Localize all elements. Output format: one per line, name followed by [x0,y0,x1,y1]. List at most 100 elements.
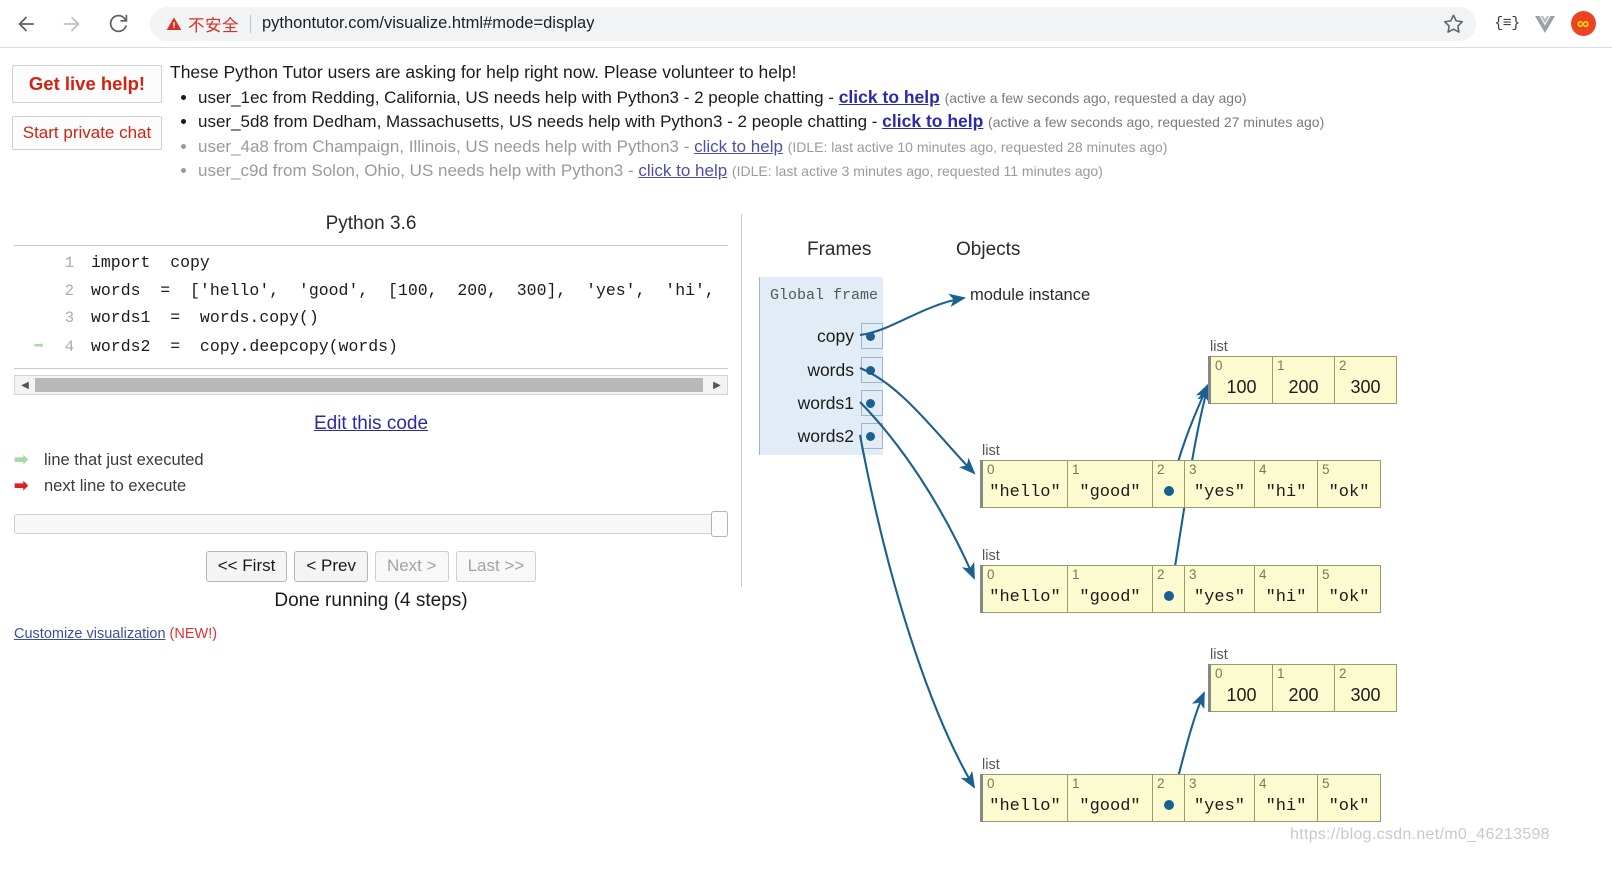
slider-thumb[interactable] [711,511,728,537]
cell-value: "yes" [1193,483,1245,502]
cell-index: 4 [1259,462,1267,477]
list-cell: 0 "hello" [983,774,1068,822]
list-cell: 1 "good" [1068,774,1153,822]
back-button[interactable] [6,4,46,44]
execution-slider[interactable] [14,511,728,537]
vue-devtools-icon[interactable] [1528,7,1562,41]
cell-index: 3 [1189,776,1197,791]
list-item: user_5d8 from Dedham, Massachusetts, US … [198,111,1610,134]
cell-index: 2 [1339,358,1347,373]
code-line: 3 words1 = words.copy() [14,308,728,336]
new-badge: (NEW!) [169,626,218,642]
list-cell: 3 "yes" [1185,565,1255,613]
cell-value: "hello" [989,588,1061,607]
slider-track[interactable] [14,514,728,534]
list-cell-pointer: 2 [1153,774,1185,822]
click-to-help-link[interactable]: click to help [694,137,783,156]
next-step-button[interactable]: Next > [374,551,449,582]
cell-value: "good" [1079,797,1141,816]
list-cell: 4 "hi" [1255,460,1318,508]
scrollbar-track[interactable] [35,378,707,392]
object-words2-list: list 0 "hello" 1 "good" 2 3 "yes" 4 "hi" [980,757,1381,822]
cell-index: 5 [1322,462,1330,477]
object-words-list: list 0 "hello" 1 "good" 2 3 "yes" 4 "hi" [980,443,1381,508]
cell-value: 300 [1350,377,1381,397]
pointer-dot-icon [866,366,875,375]
extension-icons: {≡} ∞ [1490,7,1600,41]
list-cell: 1 200 [1273,356,1335,404]
list-cells: 0 "hello" 1 "good" 2 3 "yes" 4 "hi" 5 "o… [980,774,1381,822]
infinity-extension-icon[interactable]: ∞ [1566,7,1600,41]
cell-value: "hi" [1265,797,1307,816]
json-formatter-icon[interactable]: {≡} [1490,7,1524,41]
list-cell: 4 "hi" [1255,774,1318,822]
click-to-help-link[interactable]: click to help [638,161,727,180]
code-line-current: ➡ 4 words2 = copy.deepcopy(words) [14,336,728,364]
prev-step-button[interactable]: < Prev [294,551,368,582]
warning-triangle-icon [166,16,182,32]
star-icon[interactable] [1440,11,1466,37]
help-user-text: user_c9d from Solon, Ohio, US needs help… [198,160,639,180]
line-number: 1 [64,254,74,272]
cell-value: "good" [1079,483,1141,502]
object-type-label: list [1210,647,1228,663]
list-cell: 3 "yes" [1185,460,1255,508]
last-step-button[interactable]: Last >> [455,551,537,582]
click-to-help-link[interactable]: click to help [839,87,940,107]
pointer-dot-icon [866,332,875,341]
start-private-chat-button[interactable]: Start private chat [12,116,162,150]
list-cell: 1 200 [1273,664,1335,712]
get-live-help-button[interactable]: Get live help! [12,65,162,103]
list-cells: 0 "hello" 1 "good" 2 3 "yes" 4 "hi" 5 "o… [980,460,1381,508]
triangle-left-icon[interactable]: ◀ [15,380,35,391]
cell-index: 4 [1259,776,1267,791]
line-text: words1 = words.copy() [91,308,319,327]
cell-index: 1 [1072,776,1080,791]
first-step-button[interactable]: << First [205,551,288,582]
forward-button[interactable] [52,4,92,44]
legend-row-executed: ➡ line that just executed [14,449,742,471]
triangle-right-icon[interactable]: ▶ [707,380,727,391]
help-title: These Python Tutor users are asking for … [170,62,797,82]
cell-value: "ok" [1328,797,1370,816]
scrollbar-thumb[interactable] [35,378,703,392]
address-bar[interactable]: 不安全 pythontutor.com/visualize.html#mode=… [150,6,1476,41]
cell-index: 5 [1322,776,1330,791]
list-item: user_c9d from Solon, Ohio, US needs help… [198,160,1610,183]
diagram-panel: Frames Objects Global frame copy words w… [742,205,1612,869]
cell-index: 0 [987,567,995,582]
code-line: 1 import copy [14,253,728,281]
objects-header: Objects [956,239,1021,260]
code-display[interactable]: 1 import copy 2 words = ['hello', 'good'… [14,245,728,369]
help-user-meta: (IDLE: last active 3 minutes ago, reques… [731,162,1103,179]
list-cell: 1 "good" [1068,460,1153,508]
list-cell: 4 "hi" [1255,565,1318,613]
reload-button[interactable] [98,4,138,44]
cell-index: 2 [1339,666,1347,681]
click-to-help-link[interactable]: click to help [882,111,983,131]
frame-variable-words: words [765,355,883,385]
infinity-glyph: ∞ [1570,11,1596,36]
help-user-text: user_5d8 from Dedham, Massachusetts, US … [198,112,883,132]
pointer-dot-icon [866,399,875,408]
executed-arrow-icon: ➡ [33,337,44,357]
arrow-right-icon [61,13,83,35]
variable-pointer-cell [861,390,883,416]
list-item: user_4a8 from Champaign, Illinois, US ne… [198,136,1610,159]
cell-index: 1 [1277,666,1285,681]
cell-index: 0 [987,776,995,791]
list-cell: 5 "ok" [1318,774,1381,822]
code-line: 2 words = ['hello', 'good', [100, 200, 3… [14,281,728,309]
cell-index: 1 [1277,358,1285,373]
list-cell: 5 "ok" [1318,565,1381,613]
list-cells: 0 100 1 200 2 300 [1208,356,1397,404]
cell-index: 5 [1322,567,1330,582]
customize-visualization-link[interactable]: Customize visualization [14,626,166,642]
list-cell: 2 300 [1335,356,1397,404]
module-instance-label: module instance [970,286,1091,304]
edit-this-code-link[interactable]: Edit this code [0,413,742,435]
security-warning-label: 不安全 [188,16,239,35]
code-horizontal-scrollbar[interactable]: ◀ ▶ [14,375,728,395]
list-cell: 0 100 [1211,664,1273,712]
cell-index: 2 [1157,567,1165,582]
